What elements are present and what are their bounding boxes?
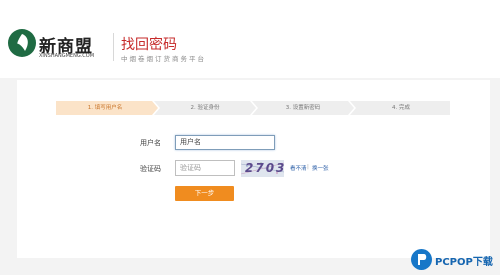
step-4: 4. 完成	[392, 105, 410, 111]
captcha-unclear-link[interactable]: 看不清	[290, 164, 307, 172]
captcha-image[interactable]: 2703	[241, 160, 284, 177]
step-1: 1. 填写用户名	[87, 105, 123, 111]
step-2: 2. 验证身份	[190, 105, 220, 111]
header: 新商盟 XINSHANGMENG.COM 找回密码 中烟卷烟订货商务平台	[0, 0, 500, 78]
header-divider	[113, 33, 114, 61]
username-label: 用户名	[140, 139, 161, 147]
captcha-label: 验证码	[140, 165, 161, 173]
captcha-text: 2703	[245, 161, 284, 175]
captcha-input[interactable]: 验证码	[175, 160, 235, 176]
step-3: 3. 设置新密码	[285, 105, 321, 111]
next-button[interactable]: 下一步	[175, 186, 234, 201]
captcha-refresh-link[interactable]: 换一张	[312, 164, 329, 172]
brand-subtitle: XINSHANGMENG.COM	[39, 53, 95, 59]
logo-icon	[8, 29, 36, 57]
captcha-link-separator: |	[307, 164, 309, 170]
page-subtitle: 中烟卷烟订货商务平台	[121, 55, 206, 63]
watermark-logo-icon	[411, 249, 432, 270]
username-input[interactable]: 用户名	[175, 135, 275, 150]
step-progress: 1. 填写用户名 2. 验证身份 3. 设置新密码 4. 完成	[56, 101, 450, 115]
watermark-text: PCPOP下载	[435, 257, 493, 268]
page-title: 找回密码	[121, 37, 177, 53]
